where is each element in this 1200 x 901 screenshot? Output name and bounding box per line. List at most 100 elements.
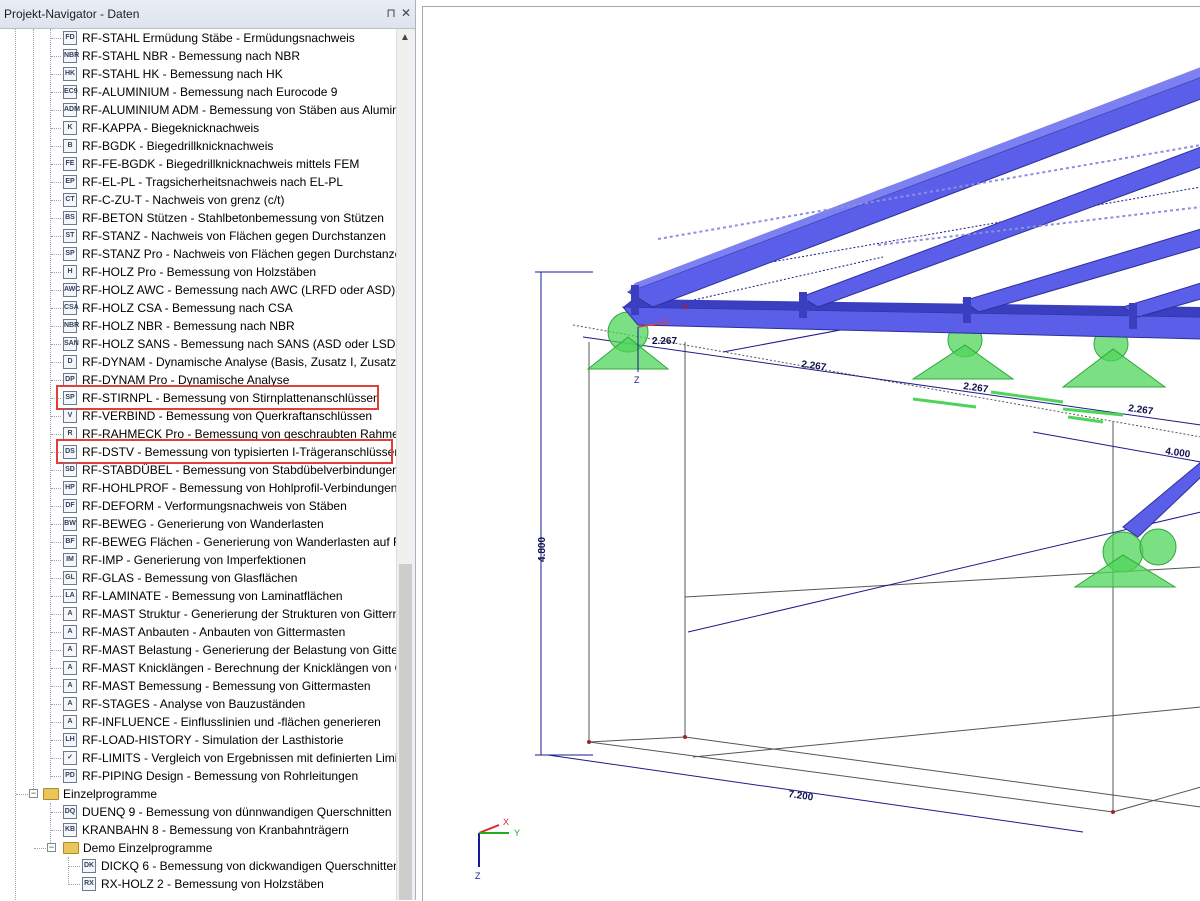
module-icon: V bbox=[63, 409, 77, 423]
tree-item[interactable]: FE RF-FE-BGDK - Biegedrillknicknachweis m… bbox=[0, 155, 396, 173]
collapse-toggle-icon[interactable]: − bbox=[29, 789, 38, 798]
tree-item[interactable]: A RF-MAST Knicklängen - Berechnung der Kn… bbox=[0, 659, 396, 677]
module-icon: DF bbox=[63, 499, 77, 513]
module-label: RF-C-ZU-T - Nachweis von grenz (c/t) bbox=[82, 193, 285, 207]
tree-item[interactable]: DS RF-DSTV - Bemessung von typisierten I-… bbox=[0, 439, 396, 464]
module-label: RF-HOLZ Pro - Bemessung von Holzstäben bbox=[82, 265, 317, 279]
module-label: RF-LOAD-HISTORY - Simulation der Lasthis… bbox=[82, 733, 344, 747]
tree-item[interactable]: BF RF-BEWEG Flächen - Generierung von Wan… bbox=[0, 533, 396, 551]
navigator-tree: FD RF-STAHL Ermüdung Stäbe - Ermüdungsnac… bbox=[0, 29, 396, 900]
scrollbar-thumb[interactable] bbox=[399, 564, 412, 900]
tree-connector bbox=[51, 110, 61, 111]
folder-icon bbox=[63, 842, 79, 854]
tree-connector bbox=[51, 92, 61, 93]
tree-connector bbox=[51, 254, 61, 255]
tree-item[interactable]: A RF-MAST Struktur - Generierung der Stru… bbox=[0, 605, 396, 623]
tree-item[interactable]: D RF-DYNAM - Dynamische Analyse (Basis, Z… bbox=[0, 353, 396, 371]
module-label: RF-MAST Bemessung - Bemessung von Gitter… bbox=[82, 679, 371, 693]
module-icon: A bbox=[63, 625, 77, 639]
module-label: RF-STAHL Ermüdung Stäbe - Ermüdungsnachw… bbox=[82, 31, 355, 45]
tree-item[interactable]: EC9 RF-ALUMINIUM - Bemessung nach Eurocod… bbox=[0, 83, 396, 101]
module-icon: HP bbox=[63, 481, 77, 495]
module-icon: D bbox=[63, 355, 77, 369]
tree-item[interactable]: SP RF-STANZ Pro - Nachweis von Flächen ge… bbox=[0, 245, 396, 263]
tree-item[interactable]: CT RF-C-ZU-T - Nachweis von grenz (c/t) bbox=[0, 191, 396, 209]
dimension-label: 2.267 bbox=[801, 359, 828, 373]
tree-connector bbox=[51, 200, 61, 201]
tree-item[interactable]: FD RF-STAHL Ermüdung Stäbe - Ermüdungsnac… bbox=[0, 29, 396, 47]
tree-folder-einzelprogramme[interactable]: − Einzelprogramme bbox=[0, 785, 396, 803]
tree-item[interactable]: KB KRANBAHN 8 - Bemessung von Kranbahnträ… bbox=[0, 821, 396, 839]
tree-item[interactable]: SP RF-STIRNPL - Bemessung von Stirnplatte… bbox=[0, 385, 396, 410]
module-icon: B bbox=[63, 139, 77, 153]
tree-item[interactable]: GL RF-GLAS - Bemessung von Glasflächen bbox=[0, 569, 396, 587]
tree-connector bbox=[51, 236, 61, 237]
module-label: RF-IMP - Generierung von Imperfektionen bbox=[82, 553, 306, 567]
tree-item[interactable]: NBR RF-HOLZ NBR - Bemessung nach NBR bbox=[0, 317, 396, 335]
tree-item[interactable]: DK DICKQ 6 - Bemessung von dickwandigen Q… bbox=[0, 857, 396, 875]
tree-item[interactable]: AWC RF-HOLZ AWC - Bemessung nach AWC (LRF… bbox=[0, 281, 396, 299]
tree-item[interactable]: ✓ RF-LIMITS - Vergleich von Ergebnissen m… bbox=[0, 749, 396, 767]
tree-item[interactable]: SD RF-STABDÜBEL - Bemessung von Stabdübel… bbox=[0, 461, 396, 479]
tree-item[interactable]: BS RF-BETON Stützen - Stahlbetonbemessung… bbox=[0, 209, 396, 227]
module-icon: EP bbox=[63, 175, 77, 189]
tree-item[interactable]: A RF-MAST Bemessung - Bemessung von Gitte… bbox=[0, 677, 396, 695]
tree-item[interactable]: SAN RF-HOLZ SANS - Bemessung nach SANS (A… bbox=[0, 335, 396, 353]
module-icon: A bbox=[63, 697, 77, 711]
nodal-supports bbox=[586, 311, 1177, 588]
tree-item[interactable]: H RF-HOLZ Pro - Bemessung von Holzstäben bbox=[0, 263, 396, 281]
tree-item[interactable]: LH RF-LOAD-HISTORY - Simulation der Lasth… bbox=[0, 731, 396, 749]
tree-item[interactable]: RX RX-HOLZ 2 - Bemessung von Holzstäben bbox=[0, 875, 396, 893]
module-label: RF-FE-BGDK - Biegedrillknicknachweis mit… bbox=[82, 157, 360, 171]
tree-item[interactable]: A RF-MAST Belastung - Generierung der Bel… bbox=[0, 641, 396, 659]
module-icon: GL bbox=[63, 571, 77, 585]
tree-item[interactable]: HP RF-HOHLPROF - Bemessung von Hohlprofil… bbox=[0, 479, 396, 497]
tree-item[interactable]: BW RF-BEWEG - Generierung von Wanderlaste… bbox=[0, 515, 396, 533]
tree-item[interactable]: A RF-INFLUENCE - Einflusslinien und -fläc… bbox=[0, 713, 396, 731]
module-label: RF-MAST Knicklängen - Berechnung der Kni… bbox=[82, 661, 396, 675]
tree-item[interactable]: EP RF-EL-PL - Tragsicherheitsnachweis nac… bbox=[0, 173, 396, 191]
tree-item[interactable]: DF RF-DEFORM - Verformungsnachweis von St… bbox=[0, 497, 396, 515]
tree-item[interactable]: IM RF-IMP - Generierung von Imperfektione… bbox=[0, 551, 396, 569]
module-icon: BS bbox=[63, 211, 77, 225]
tree-item[interactable]: LA RF-LAMINATE - Bemessung von Laminatflä… bbox=[0, 587, 396, 605]
tree-folder-demo-einzelprogramme[interactable]: − Demo Einzelprogramme bbox=[0, 839, 396, 857]
folder-icon bbox=[43, 788, 59, 800]
tree-connector bbox=[51, 272, 61, 273]
tree-item[interactable]: CSA RF-HOLZ CSA - Bemessung nach CSA bbox=[0, 299, 396, 317]
module-icon: SAN bbox=[63, 337, 79, 351]
tree-item[interactable]: K RF-KAPPA - Biegeknicknachweis bbox=[0, 119, 396, 137]
tree-item[interactable]: A RF-MAST Anbauten - Anbauten von Gitterm… bbox=[0, 623, 396, 641]
scroll-up-arrow-icon[interactable]: ▲ bbox=[400, 32, 410, 43]
tree-item[interactable]: DQ DUENQ 9 - Bemessung von dünnwandigen Q… bbox=[0, 803, 396, 821]
tree-connector bbox=[51, 362, 61, 363]
tree-item[interactable]: ST RF-STANZ - Nachweis von Flächen gegen … bbox=[0, 227, 396, 245]
support-line-markers bbox=[912, 390, 1124, 424]
tree-item[interactable]: A RF-STAGES - Analyse von Bauzuständen bbox=[0, 695, 396, 713]
module-icon: IM bbox=[63, 553, 77, 567]
navigator-scrollbar[interactable]: ▲ bbox=[396, 29, 415, 900]
tree-item[interactable]: B RF-BGDK - Biegedrillknicknachweis bbox=[0, 137, 396, 155]
tree-item[interactable]: HK RF-STAHL HK - Bemessung nach HK bbox=[0, 65, 396, 83]
model-3d-viewport[interactable]: 2.267 2.267 2.267 2.267 4.000 4.800 7.20… bbox=[422, 6, 1200, 901]
tree-connector bbox=[51, 614, 61, 615]
tree-item[interactable]: ADM RF-ALUMINIUM ADM - Bemessung von Stäb… bbox=[0, 101, 396, 119]
module-label: RF-MAST Anbauten - Anbauten von Gitterma… bbox=[82, 625, 346, 639]
module-label: DICKQ 6 - Bemessung von dickwandigen Que… bbox=[101, 859, 396, 873]
tree-connector bbox=[51, 218, 61, 219]
tree-item[interactable]: PD RF-PIPING Design - Bemessung von Rohrl… bbox=[0, 767, 396, 785]
pin-icon[interactable]: ⊓ bbox=[384, 6, 398, 20]
tree-connector bbox=[51, 506, 61, 507]
tree-connector bbox=[51, 146, 61, 147]
navigator-title: Projekt-Navigator - Daten bbox=[4, 7, 140, 21]
module-icon: PD bbox=[63, 769, 77, 783]
tree-connector bbox=[34, 848, 46, 849]
global-axis-triad: X Y Z bbox=[475, 817, 520, 881]
tree-item[interactable]: NBR RF-STAHL NBR - Bemessung nach NBR bbox=[0, 47, 396, 65]
close-icon[interactable]: ✕ bbox=[399, 6, 413, 20]
tree-connector bbox=[51, 434, 61, 435]
module-label: RF-BEWEG Flächen - Generierung von Wande… bbox=[82, 535, 396, 549]
module-icon: LH bbox=[63, 733, 77, 747]
tree-item[interactable]: V RF-VERBIND - Bemessung von Querkraftans… bbox=[0, 407, 396, 425]
collapse-toggle-icon[interactable]: − bbox=[47, 843, 56, 852]
